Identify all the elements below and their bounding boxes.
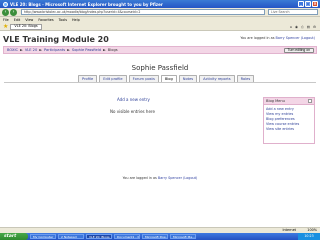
taskbar-item[interactable]: VLE 20: Blogs [86, 234, 112, 239]
breadcrumb-item[interactable]: VLE 20 [25, 48, 37, 52]
taskbar-item[interactable]: My Computer [30, 234, 56, 239]
breadcrumb: BOXIC ► VLE 20 ► Participants ► Sophie P… [3, 46, 317, 54]
profile-tabs: Profile Edit profile Forum posts Blog No… [78, 75, 255, 82]
login-prefix: You are logged in as [240, 36, 275, 40]
browser-tab[interactable]: VLE 20: Blogs [10, 23, 42, 30]
menu-help[interactable]: Help [72, 18, 80, 22]
turn-editing-on-button[interactable]: Turn editing on [283, 48, 314, 53]
search-input[interactable]: Live Search [268, 9, 318, 15]
page-title: Sophie Passfield [131, 64, 189, 72]
taskbar-item[interactable]: Microsoft Ma... [170, 234, 196, 239]
tab-notes[interactable]: Notes [178, 75, 198, 82]
browser-tab-bar: ★ VLE 20: Blogs ⌂ ◉ ⎙ ▤ ⚙ [0, 23, 320, 31]
forward-button[interactable]: › [10, 8, 17, 16]
taskbar-item[interactable]: 2 Notepad [58, 234, 84, 239]
address-bar: ‹ › http://www.bristolec.ac.uk/moodle/bl… [0, 8, 320, 17]
breadcrumb-item[interactable]: Sophie Passfield [72, 48, 101, 52]
menu-favorites[interactable]: Favorites [38, 18, 53, 22]
blog-menu-block: Blog Menu Add a new entry View my entrie… [263, 97, 315, 144]
system-clock: 10:23 [298, 233, 320, 240]
breadcrumb-item[interactable]: Participants [44, 48, 65, 52]
menu-edit[interactable]: Edit [14, 18, 21, 22]
back-button[interactable]: ‹ [2, 8, 9, 16]
menu-tools[interactable]: Tools [59, 18, 67, 22]
blog-menu-title: Blog Menu [266, 99, 285, 103]
logout-link[interactable]: (Logout) [301, 36, 315, 40]
add-new-entry-link[interactable]: Add a new entry [117, 97, 150, 102]
tab-roles[interactable]: Roles [236, 75, 255, 82]
footer-logout-link[interactable]: (Logout) [183, 176, 197, 180]
favorites-star-icon[interactable]: ★ [3, 23, 8, 30]
tab-activity-reports[interactable]: Activity reports [199, 75, 235, 82]
page-footer: You are logged in as Barry Spencer (Logo… [0, 176, 320, 180]
blog-menu-site-entries[interactable]: View site entries [266, 127, 312, 132]
breadcrumb-separator: ► [67, 48, 70, 52]
maximize-icon[interactable]: □ [305, 1, 311, 7]
page-header: VLE Training Module 20 You are logged in… [3, 35, 317, 45]
dock-block-icon[interactable] [308, 99, 312, 103]
breadcrumb-separator: ► [103, 48, 106, 52]
tab-profile[interactable]: Profile [78, 75, 98, 82]
no-entries-message: No visible entries here [110, 109, 155, 114]
site-title: VLE Training Module 20 [3, 35, 109, 44]
internet-explorer-icon [3, 1, 8, 7]
start-button[interactable]: start [0, 233, 28, 240]
breadcrumb-separator: ► [20, 48, 23, 52]
taskbar-item[interactable]: Microsoft Pow... [142, 234, 168, 239]
feeds-icon[interactable]: ◉ [295, 25, 298, 29]
url-input[interactable]: http://www.bristolec.ac.uk/moodle/blog/i… [21, 9, 265, 15]
blog-menu-header: Blog Menu [264, 98, 314, 105]
web-page: VLE Training Module 20 You are logged in… [0, 31, 320, 227]
footer-user-link[interactable]: Barry Spencer [158, 176, 182, 180]
page-menu-icon[interactable]: ▤ [307, 25, 310, 29]
tab-edit-profile[interactable]: Edit profile [99, 75, 127, 82]
command-bar: ⌂ ◉ ⎙ ▤ ⚙ [290, 25, 316, 29]
taskbar-item[interactable]: Document1 - Mi... [114, 234, 140, 239]
print-icon[interactable]: ⎙ [301, 25, 304, 29]
breadcrumb-separator: ► [39, 48, 43, 52]
close-icon[interactable]: × [312, 1, 318, 7]
tools-menu-icon[interactable]: ⚙ [313, 25, 316, 29]
blog-menu-list: Add a new entry View my entries Blog pre… [264, 105, 314, 134]
menu-view[interactable]: View [25, 18, 33, 22]
window-controls: _ □ × [298, 1, 318, 7]
tab-forum-posts[interactable]: Forum posts [128, 75, 159, 82]
breadcrumb-current: Blogs [107, 48, 118, 52]
menu-file[interactable]: File [3, 18, 9, 22]
tab-divider [4, 82, 316, 83]
tab-blog[interactable]: Blog [160, 75, 177, 82]
windows-taskbar: start My Computer 2 Notepad VLE 20: Blog… [0, 233, 320, 240]
minimize-icon[interactable]: _ [298, 1, 304, 7]
login-user-link[interactable]: Barry Spencer [276, 36, 300, 40]
home-icon[interactable]: ⌂ [290, 25, 292, 29]
login-info: You are logged in as Barry Spencer (Logo… [240, 36, 315, 40]
breadcrumb-item[interactable]: BOXIC [7, 48, 18, 52]
window-title-bar: VLE 20: Blogs - Microsoft Internet Explo… [0, 0, 320, 8]
footer-login-prefix: You are logged in as [122, 176, 157, 180]
window-title: VLE 20: Blogs - Microsoft Internet Explo… [10, 1, 163, 7]
